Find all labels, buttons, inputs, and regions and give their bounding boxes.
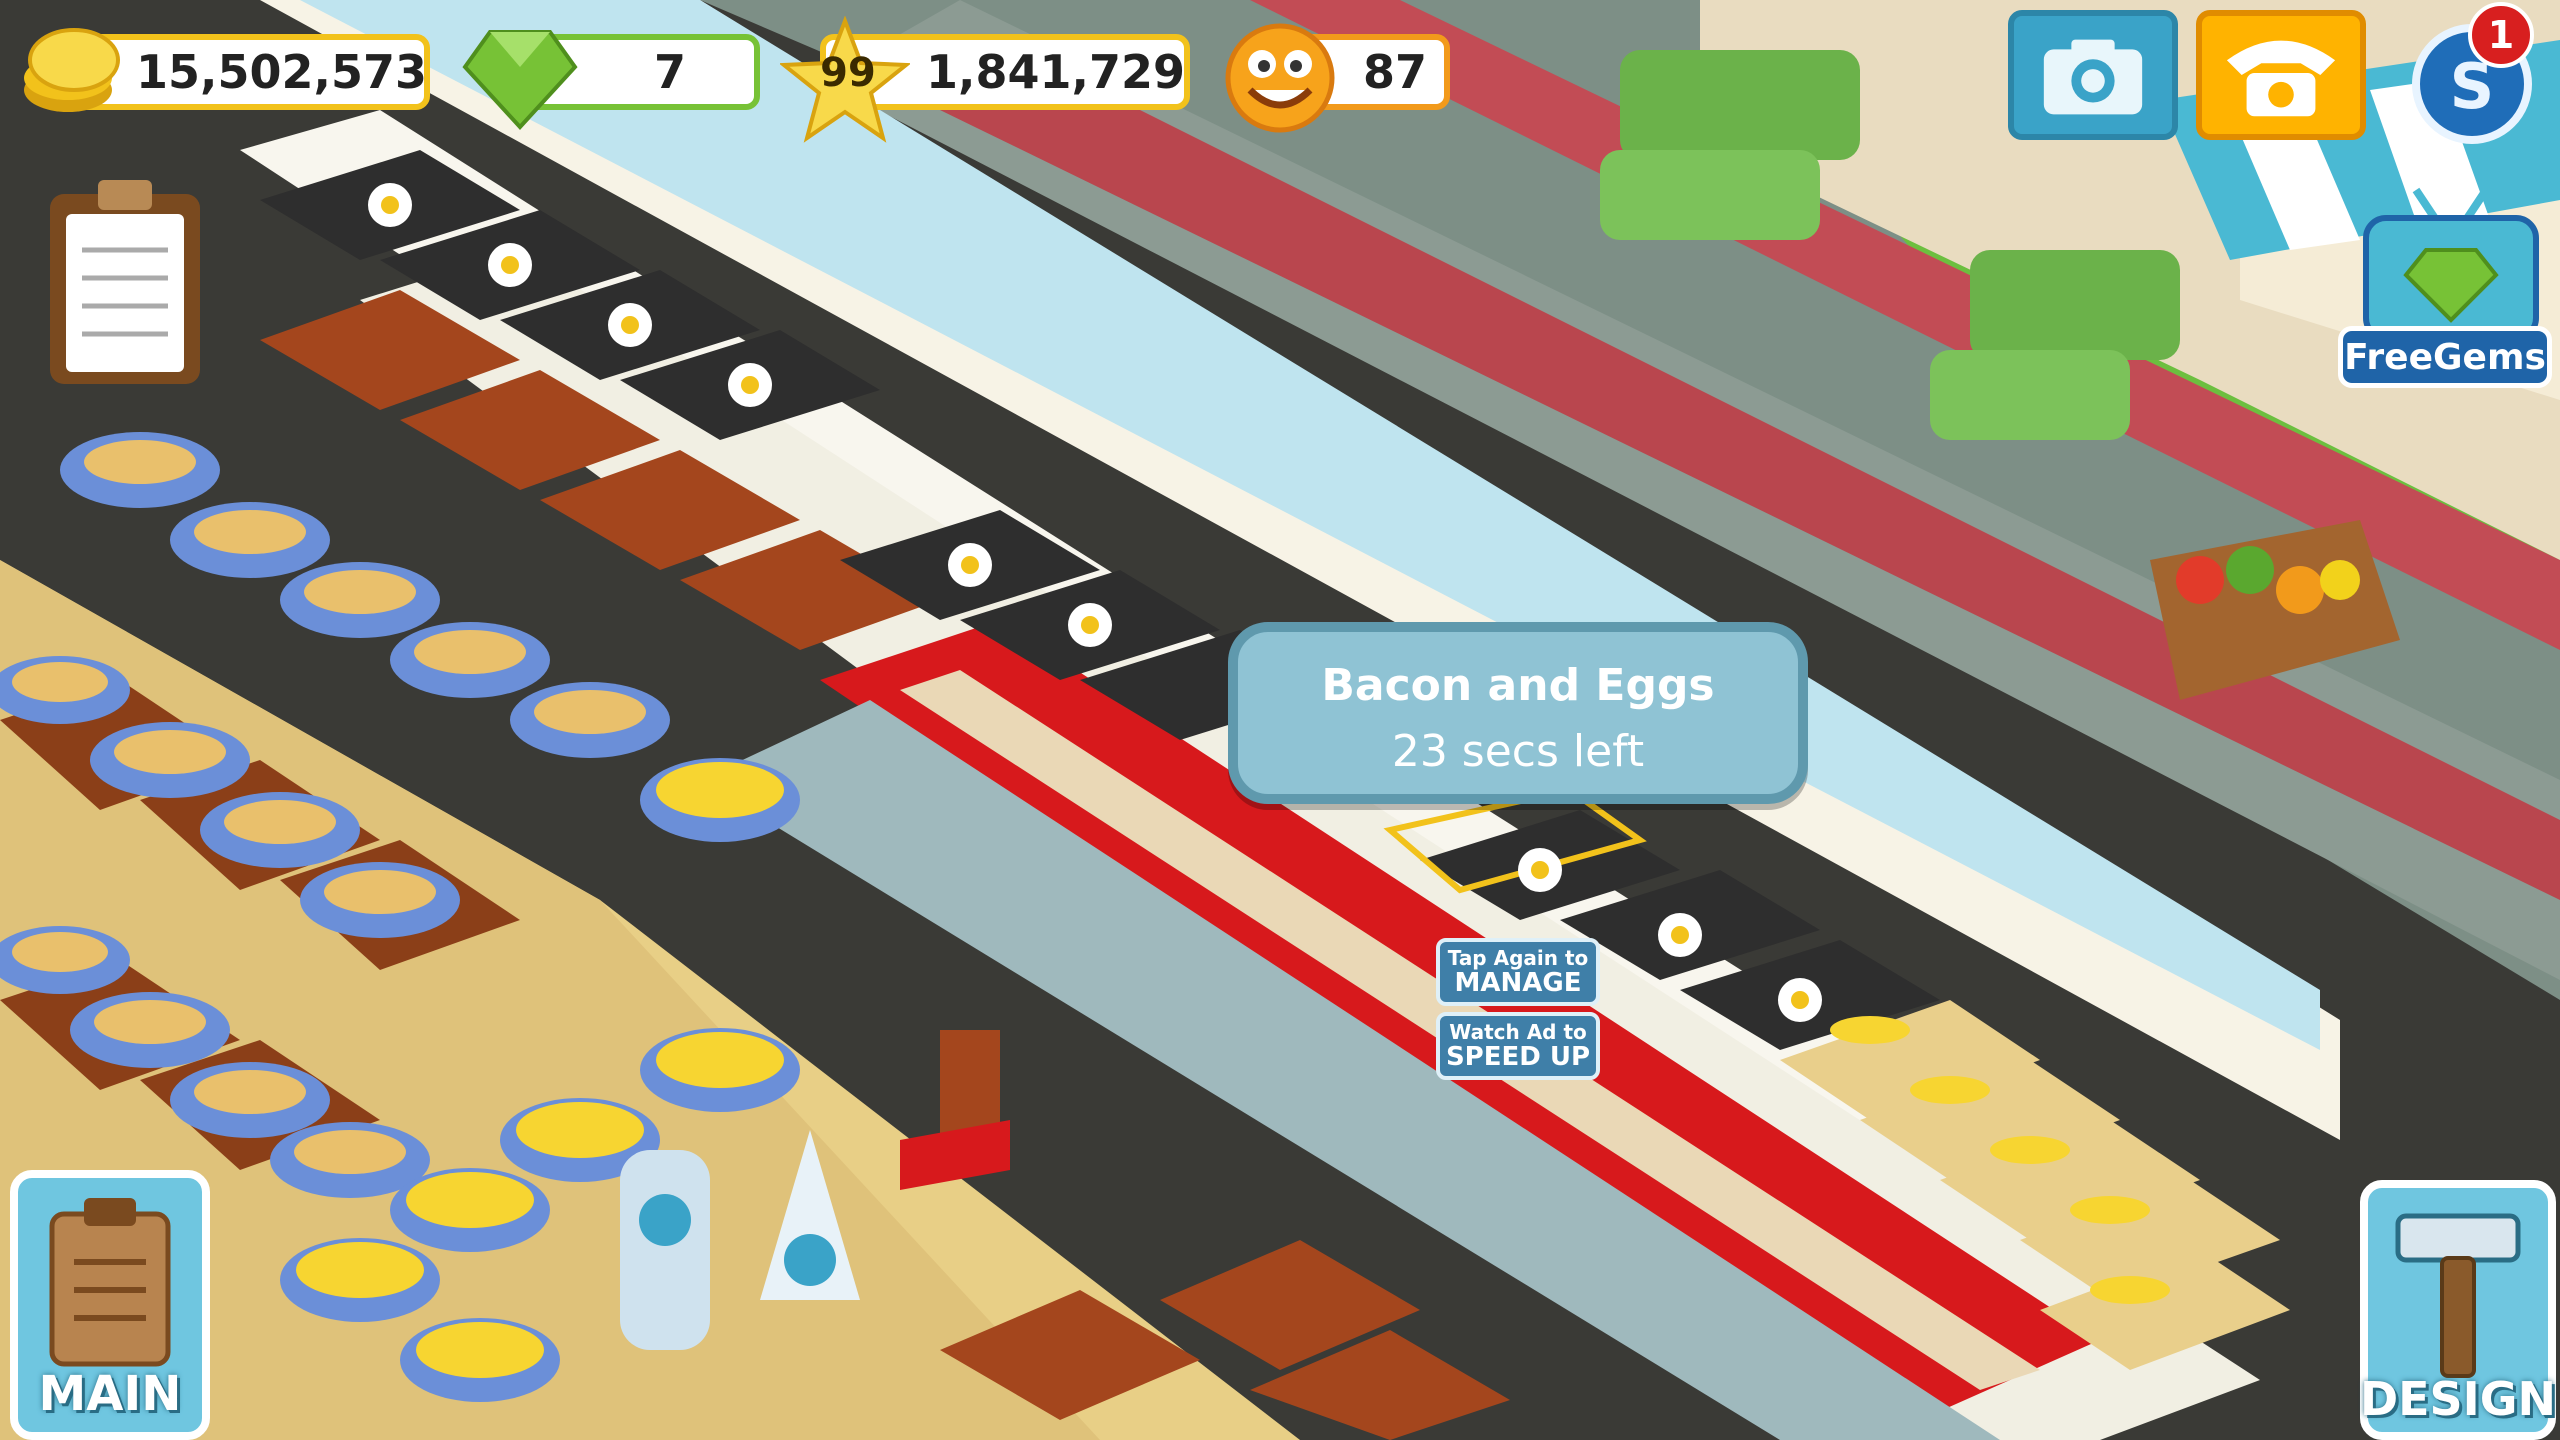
design-button-label: DESIGN bbox=[2359, 1372, 2557, 1426]
gem-icon bbox=[462, 30, 578, 130]
camera-button[interactable] bbox=[2008, 10, 2178, 140]
manage-hint: Tap Again to bbox=[1447, 946, 1589, 970]
tooltip-time-left: 23 secs left bbox=[1391, 726, 1645, 777]
tooltip-dish-name: Bacon and Eggs bbox=[1321, 660, 1715, 711]
phone-button[interactable] bbox=[2196, 10, 2366, 140]
hammer-icon bbox=[2395, 1213, 2521, 1378]
manage-label: MANAGE bbox=[1454, 968, 1582, 998]
speed-up-hint: Watch Ad to bbox=[1449, 1020, 1587, 1044]
happiness-value: 87 bbox=[1362, 45, 1427, 99]
speed-up-button[interactable]: Watch Ad to SPEED UP bbox=[1436, 1012, 1600, 1080]
main-button-label: MAIN bbox=[38, 1366, 182, 1422]
level-value: 99 bbox=[820, 50, 876, 96]
free-gems-button[interactable]: FreeGems bbox=[2338, 326, 2552, 388]
phone-icon bbox=[2226, 40, 2336, 117]
cooking-tooltip: Bacon and Eggs 23 secs left bbox=[1228, 622, 1808, 804]
coins-value: 15,502,573 bbox=[136, 45, 428, 99]
notification-badge: 1 bbox=[2468, 2, 2534, 68]
smiley-icon bbox=[1225, 23, 1335, 133]
coin-icon bbox=[24, 28, 120, 112]
manage-button[interactable]: Tap Again to MANAGE bbox=[1436, 938, 1600, 1006]
gems-value: 7 bbox=[653, 45, 686, 99]
speed-up-label: SPEED UP bbox=[1445, 1042, 1591, 1072]
main-clipboard-icon bbox=[49, 1198, 171, 1367]
camera-icon bbox=[2043, 39, 2143, 115]
stars-value: 1,841,729 bbox=[926, 45, 1185, 99]
clipboard-icon[interactable] bbox=[40, 170, 210, 390]
